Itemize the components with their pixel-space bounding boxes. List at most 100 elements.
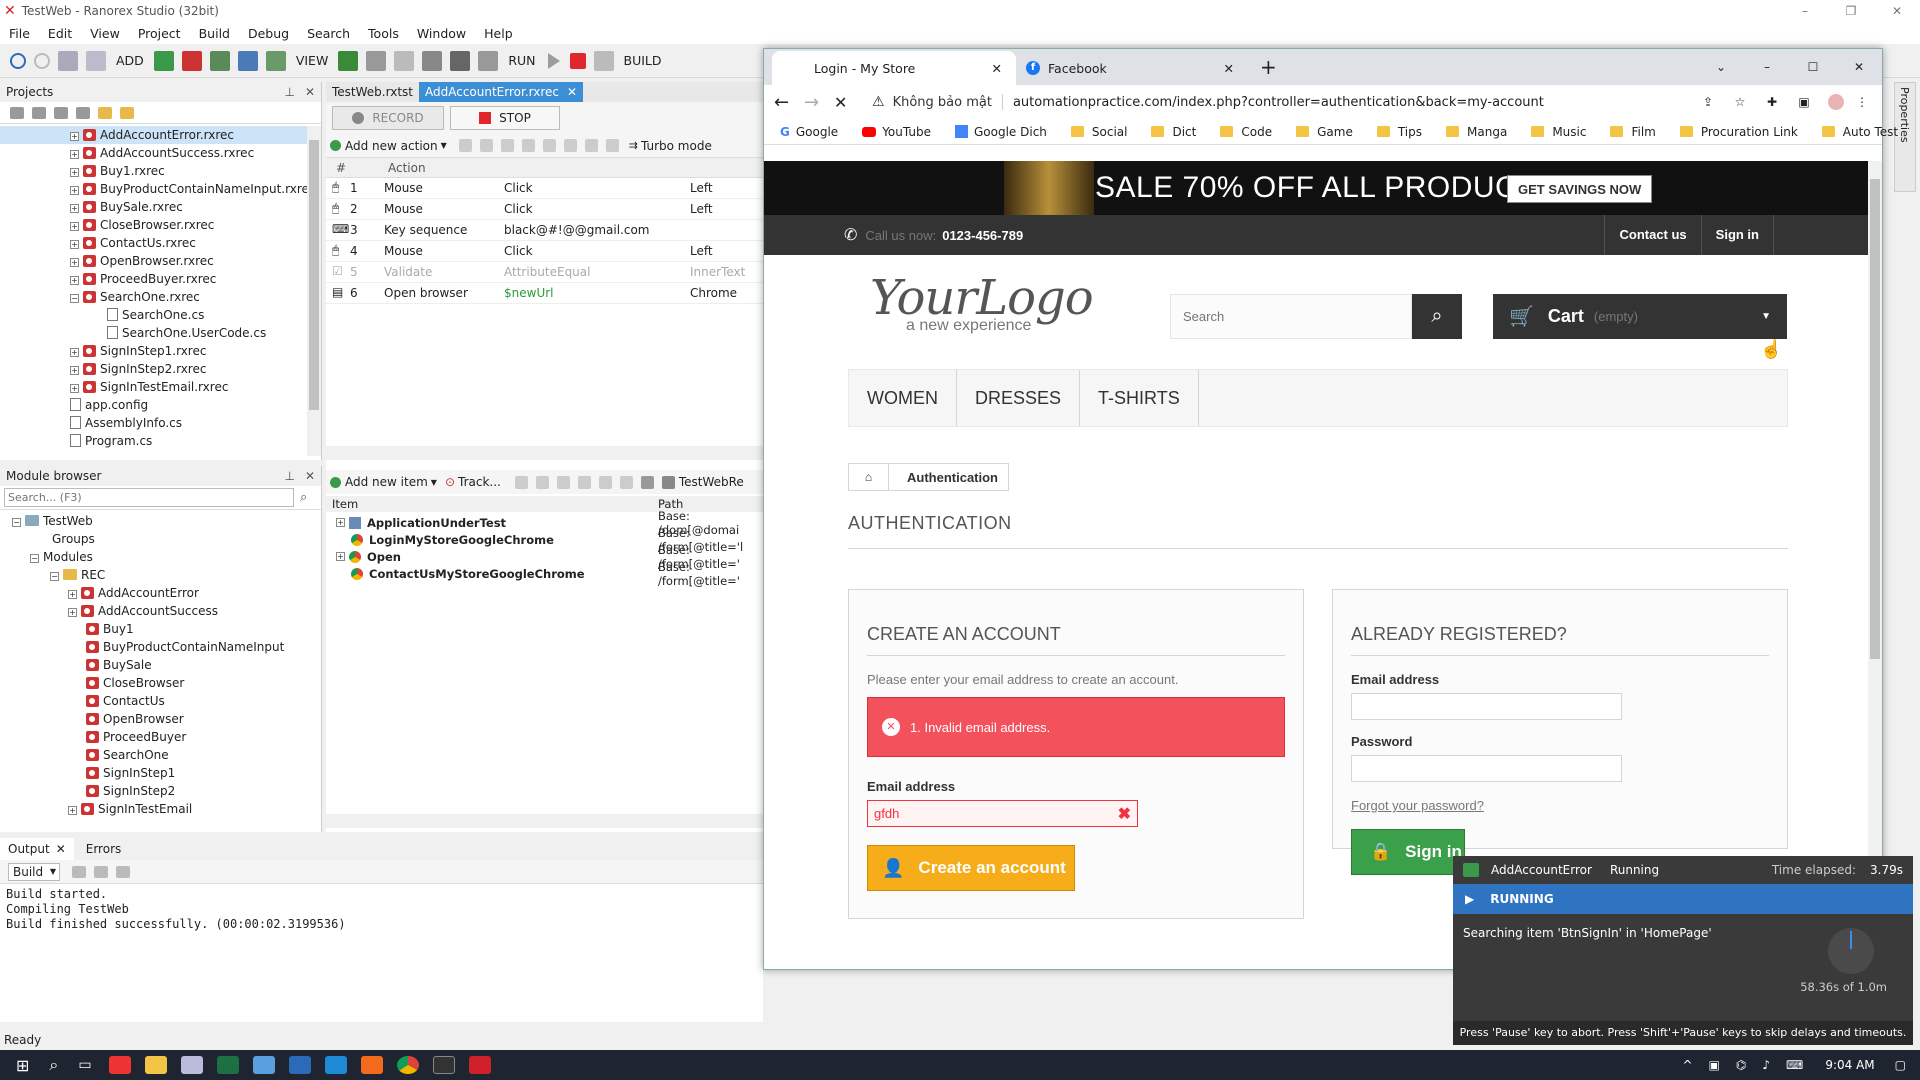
projects-scrollbar[interactable] xyxy=(307,126,321,456)
browser-scrollbar[interactable] xyxy=(1868,161,1882,969)
tab-search-icon[interactable]: ⌄ xyxy=(1698,60,1744,74)
bookmark-tips[interactable]: Tips xyxy=(1376,125,1422,139)
repo-row[interactable]: ContactUsMyStoreGoogleChrome Base: /form[… xyxy=(326,560,763,588)
tree-item[interactable]: SearchOne.cs xyxy=(0,306,321,324)
turbo-icon[interactable]: ⇉ xyxy=(629,139,638,152)
collapse-icon[interactable]: − xyxy=(12,518,21,527)
add-testcase-icon[interactable] xyxy=(237,50,258,71)
table-row[interactable]: ⌨ 3 Key sequence black@#!@@gmail.com xyxy=(326,220,763,241)
tree-item[interactable]: SignInStep2 xyxy=(0,782,321,800)
tab-close-icon[interactable]: ✕ xyxy=(567,85,577,99)
tree-item[interactable]: BuyProductContainNameInput xyxy=(0,638,321,656)
sale-banner[interactable]: SALE 70% OFF ALL PRODUCTS GET SAVINGS NO… xyxy=(764,161,1868,215)
tree-root[interactable]: − TestWeb xyxy=(0,512,321,530)
expand-icon[interactable]: + xyxy=(70,222,79,231)
maximize-icon[interactable]: ☐ xyxy=(1790,60,1836,74)
pin-icon[interactable]: ⊥ xyxy=(284,85,294,99)
collapse-icon[interactable]: − xyxy=(70,294,79,303)
nav-women[interactable]: WOMEN xyxy=(849,370,957,426)
build-button[interactable]: BUILD xyxy=(624,53,662,68)
wrap-icon[interactable] xyxy=(94,865,108,878)
record-button[interactable]: RECORD xyxy=(332,106,444,130)
view-spy-icon[interactable] xyxy=(394,50,415,71)
move-down-icon[interactable] xyxy=(605,139,619,152)
expand-icon[interactable]: + xyxy=(68,608,77,617)
terminal-icon[interactable] xyxy=(432,1056,455,1074)
tree-item[interactable]: SignInStep1 xyxy=(0,764,321,782)
add-button[interactable]: ADD xyxy=(116,53,144,68)
scrollbar-thumb[interactable] xyxy=(1870,179,1880,659)
bookmark-youtube[interactable]: YouTube xyxy=(862,125,931,139)
panel-close-icon[interactable]: ✕ xyxy=(305,85,315,99)
menu-view[interactable]: View xyxy=(81,26,129,41)
refresh-icon[interactable] xyxy=(54,106,68,119)
repo-view-icon[interactable] xyxy=(640,475,654,489)
scrollbar-thumb[interactable] xyxy=(309,140,319,410)
logo[interactable]: YourLogo a new experience xyxy=(870,273,1110,343)
stop-button[interactable]: STOP xyxy=(450,106,560,130)
tree-item[interactable]: CloseBrowser xyxy=(0,674,321,692)
bookmark-google[interactable]: G Google xyxy=(780,125,838,139)
expand-icon[interactable]: + xyxy=(336,552,345,561)
menu-edit[interactable]: Edit xyxy=(39,26,81,41)
nav-tshirts[interactable]: T-SHIRTS xyxy=(1080,370,1199,426)
tree-item[interactable]: + AddAccountSuccess xyxy=(0,602,321,620)
add-module-icon[interactable] xyxy=(181,50,202,71)
network-icon[interactable]: ⌬ xyxy=(1736,1058,1746,1072)
table-row[interactable]: 🖱 2 Mouse Click Left xyxy=(326,199,763,220)
turbo-mode-button[interactable]: Turbo mode xyxy=(641,139,712,153)
minimize-icon[interactable]: – xyxy=(1744,60,1790,74)
play-icon[interactable] xyxy=(547,52,560,69)
extensions-icon[interactable]: ✚ xyxy=(1756,95,1788,109)
tree-item[interactable]: Buy1 xyxy=(0,620,321,638)
track-icon[interactable]: ⊙ xyxy=(445,475,455,489)
repository-name[interactable]: TestWebRe xyxy=(679,475,744,489)
tab-login-mystore[interactable]: Login - My Store ✕ xyxy=(772,51,1016,85)
menu-tools[interactable]: Tools xyxy=(359,26,408,41)
menu-search[interactable]: Search xyxy=(298,26,359,41)
address-bar[interactable]: automationpractice.com/index.php?control… xyxy=(1013,95,1544,110)
tree-item[interactable]: + OpenBrowser.rxrec xyxy=(0,252,321,270)
tab-facebook[interactable]: f Facebook ✕ xyxy=(1016,51,1248,85)
back-arrow-icon[interactable]: ← xyxy=(774,92,804,113)
close-icon[interactable]: ✕ xyxy=(1836,60,1882,74)
tree-item[interactable]: + BuyProductContainNameInput.rxrec xyxy=(0,180,321,198)
tree-item[interactable]: + SignInTestEmail xyxy=(0,800,321,818)
new-tab-icon[interactable]: + xyxy=(1260,55,1277,79)
tree-item[interactable]: − REC xyxy=(0,566,321,584)
bookmark-google-dich[interactable]: Google Dich xyxy=(954,124,1047,139)
forward-arrow-icon[interactable]: → xyxy=(804,92,834,113)
open-folder-icon[interactable] xyxy=(120,106,134,119)
minimize-icon[interactable]: – xyxy=(1782,4,1828,18)
back-icon[interactable] xyxy=(10,52,26,69)
tree-item[interactable]: OpenBrowser xyxy=(0,710,321,728)
home-icon[interactable]: ⌂ xyxy=(849,464,889,490)
save-all-icon[interactable] xyxy=(86,50,106,71)
app-icon-orange[interactable] xyxy=(360,1056,383,1074)
output-source-select[interactable]: Build ▼ xyxy=(8,862,60,881)
tree-item[interactable]: + BuySale.rxrec xyxy=(0,198,321,216)
maximize-icon[interactable]: ❐ xyxy=(1828,4,1874,18)
tree-item[interactable]: + CloseBrowser.rxrec xyxy=(0,216,321,234)
paste-icon[interactable] xyxy=(500,139,514,152)
share-icon[interactable]: ⇪ xyxy=(1692,95,1724,109)
tab-output[interactable]: Output ✕ xyxy=(0,838,74,860)
app-icon-cloud[interactable] xyxy=(180,1056,203,1074)
cut-icon[interactable] xyxy=(514,475,528,489)
tree-item[interactable]: + ContactUs.rxrec xyxy=(0,234,321,252)
delete-icon[interactable] xyxy=(577,475,591,489)
expand-icon[interactable]: + xyxy=(70,366,79,375)
tab-testweb[interactable]: TestWeb.rxtst xyxy=(326,85,419,99)
menu-build[interactable]: Build xyxy=(190,26,239,41)
list-icon[interactable] xyxy=(478,50,499,71)
ranorex-taskbar-icon[interactable] xyxy=(468,1056,491,1074)
search-button[interactable]: ⌕ xyxy=(1412,294,1462,339)
menu-window[interactable]: Window xyxy=(408,26,475,41)
tree-item[interactable]: Groups xyxy=(0,530,321,548)
expand-icon[interactable]: + xyxy=(70,276,79,285)
tray-chevron-icon[interactable]: ^ xyxy=(1682,1058,1692,1072)
filter-icon[interactable] xyxy=(32,106,46,119)
collapse-icon[interactable]: − xyxy=(50,572,59,581)
save-icon[interactable] xyxy=(58,50,78,71)
table-row[interactable]: ☑ 5 Validate AttributeEqual InnerText xyxy=(326,262,763,283)
